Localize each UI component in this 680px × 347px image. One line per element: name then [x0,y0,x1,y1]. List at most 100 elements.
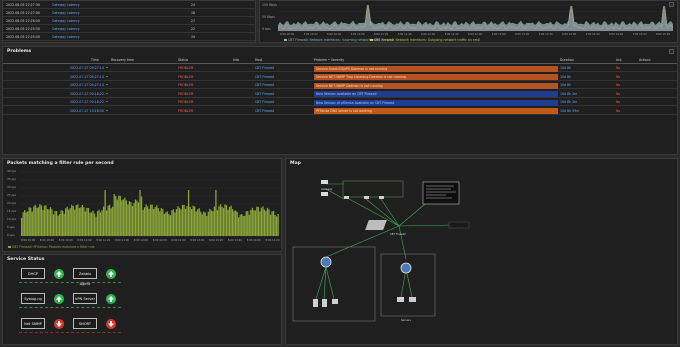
packets-x-tick: 8:00 10:00 [21,239,36,242]
problem-duration[interactable]: 10d 8h [560,66,571,70]
service-box[interactable]: SNORT [73,318,97,329]
problem-description[interactable]: Service NET-SNMP Trap Listening Daemon i… [314,74,558,80]
problem-host[interactable]: CBT Firewall [255,92,274,96]
problem-ack[interactable]: No [616,100,620,104]
packets-bar [27,211,29,236]
problem-ack[interactable]: No [616,75,620,79]
packets-bar [244,215,246,236]
problem-host[interactable]: CBT Firewall [255,66,274,70]
latency-label[interactable]: Gateway Latency [52,27,80,31]
problem-duration[interactable]: 10d 8h 2m [560,92,577,96]
packets-bar [215,190,217,236]
problem-row[interactable]: 2022-07-27 09:27:10 • PROBLEM CBT Firewa… [3,65,677,72]
packets-bar [251,207,253,236]
traffic-x-tick: 8:00 14:20 [585,33,600,36]
latency-label[interactable]: Gateway Latency [52,19,80,23]
packets-bar [269,214,272,236]
problem-ack[interactable]: No [616,109,620,113]
packets-bar [145,204,147,236]
service-box[interactable]: VPN Server [73,293,97,304]
traffic-x-tick: 8:00 12:40 [468,33,483,36]
problem-description[interactable]: PFSense DNS server is not working [314,108,558,114]
packets-bar [204,212,206,236]
problem-description[interactable]: New Version of pfSense Available on CBT … [314,99,558,106]
packets-bar [52,214,55,236]
col-actions: Actions [639,58,651,63]
problem-time[interactable]: 2022-07-27 09:27:10 [70,83,104,87]
packets-bar [225,205,228,236]
col-time[interactable]: Time [91,58,99,62]
packets-bar [263,209,266,236]
packets-bar [46,209,49,236]
packets-bar [157,208,159,236]
problem-description[interactable]: Service Snort IDS/IPS Daemon is not runn… [314,65,558,72]
packets-bar [253,210,255,236]
service-box[interactable]: Net SNMP [21,318,45,329]
problem-time[interactable]: 2022-07-27 09:18:22 [70,100,104,104]
packets-bar [256,206,258,236]
network-map: Gateway CBT Firewall Servers [292,180,470,322]
problem-ack[interactable]: No [616,92,620,96]
col-host[interactable]: Host [255,58,262,62]
latency-label[interactable]: Gateway Latency [52,11,80,15]
traffic-legend-outgoing: CBT Firewall: Network interfaces: Outgoi… [370,38,480,42]
problem-time[interactable]: 2022-07-27 09:27:10 [70,75,104,79]
recovery-icon: • [106,91,108,96]
packets-bar [68,209,70,236]
problem-duration[interactable]: 10d 8h 59m [560,109,579,113]
problem-description[interactable]: New Version Available on CBT Firewall [314,91,558,97]
panel-menu-icon[interactable] [669,49,674,54]
packets-y-tick: 5 pps [7,225,15,229]
service-box[interactable]: DHCP [21,268,45,279]
packets-bar [239,214,241,236]
col-problem[interactable]: Problem • Severity [314,58,344,62]
packets-bar [39,204,41,236]
col-duration[interactable]: Duration [560,58,574,62]
problem-ack[interactable]: No [616,66,620,70]
problem-row[interactable]: 2022-07-27 13:16:30 • PROBLEM CBT Firewa… [3,108,677,115]
packets-bar [228,206,231,236]
col-status[interactable]: Status [178,58,188,62]
problem-host[interactable]: CBT Firewall [255,109,274,113]
latency-value: 24 [191,3,196,8]
status-up-icon [54,268,64,279]
problem-time[interactable]: 2022-07-27 09:27:10 [70,66,104,70]
packets-bar [181,205,184,236]
packets-bar [36,207,38,236]
packets-bar [130,201,132,236]
problem-row[interactable]: 2022-07-27 09:18:22 • PROBLEM CBT Firewa… [3,91,677,98]
problem-row[interactable]: 2022-07-27 09:18:22 • PROBLEM CBT Firewa… [3,99,677,106]
packets-bar [250,210,252,236]
problem-duration[interactable]: 10d 8h [560,83,571,87]
packets-bar [30,207,32,236]
packets-bar [89,212,91,236]
col-recovery[interactable]: Recovery time [111,58,134,62]
packets-bar [127,204,129,236]
service-box[interactable]: Syslog-ng [21,293,45,304]
problem-host[interactable]: CBT Firewall [255,75,274,79]
problem-duration[interactable]: 10d 8h [560,75,571,79]
problem-row[interactable]: 2022-07-27 09:27:10 • PROBLEM CBT Firewa… [3,82,677,89]
packets-bar [268,209,270,236]
packets-bar [175,209,178,236]
problem-ack[interactable]: No [616,83,620,87]
problem-row[interactable]: 2022-07-27 09:27:10 • PROBLEM CBT Firewa… [3,74,677,81]
traffic-x-tick: 8:00 13:20 [515,33,530,36]
problem-host[interactable]: CBT Firewall [255,100,274,104]
packets-bar [257,207,260,236]
packets-bar [180,209,182,236]
packets-bar [210,210,212,236]
problem-status: PROBLEM [178,91,194,96]
latency-label[interactable]: Gateway Latency [52,3,80,7]
packets-bar [242,215,244,236]
packets-bar [274,214,276,236]
problem-time[interactable]: 2022-07-27 09:18:22 [70,92,104,96]
problem-host[interactable]: CBT Firewall [255,83,274,87]
packets-bar [187,190,190,236]
service-box[interactable]: Zabbix Agent [73,268,97,286]
problem-description[interactable]: Service NET-SNMP Daemon is not running [314,82,558,89]
problem-time[interactable]: 2022-07-27 13:16:30 [70,109,104,113]
problem-duration[interactable]: 10d 8h 2m [560,100,577,104]
packets-bar [200,211,202,236]
latency-label[interactable]: Gateway Latency [52,35,80,39]
